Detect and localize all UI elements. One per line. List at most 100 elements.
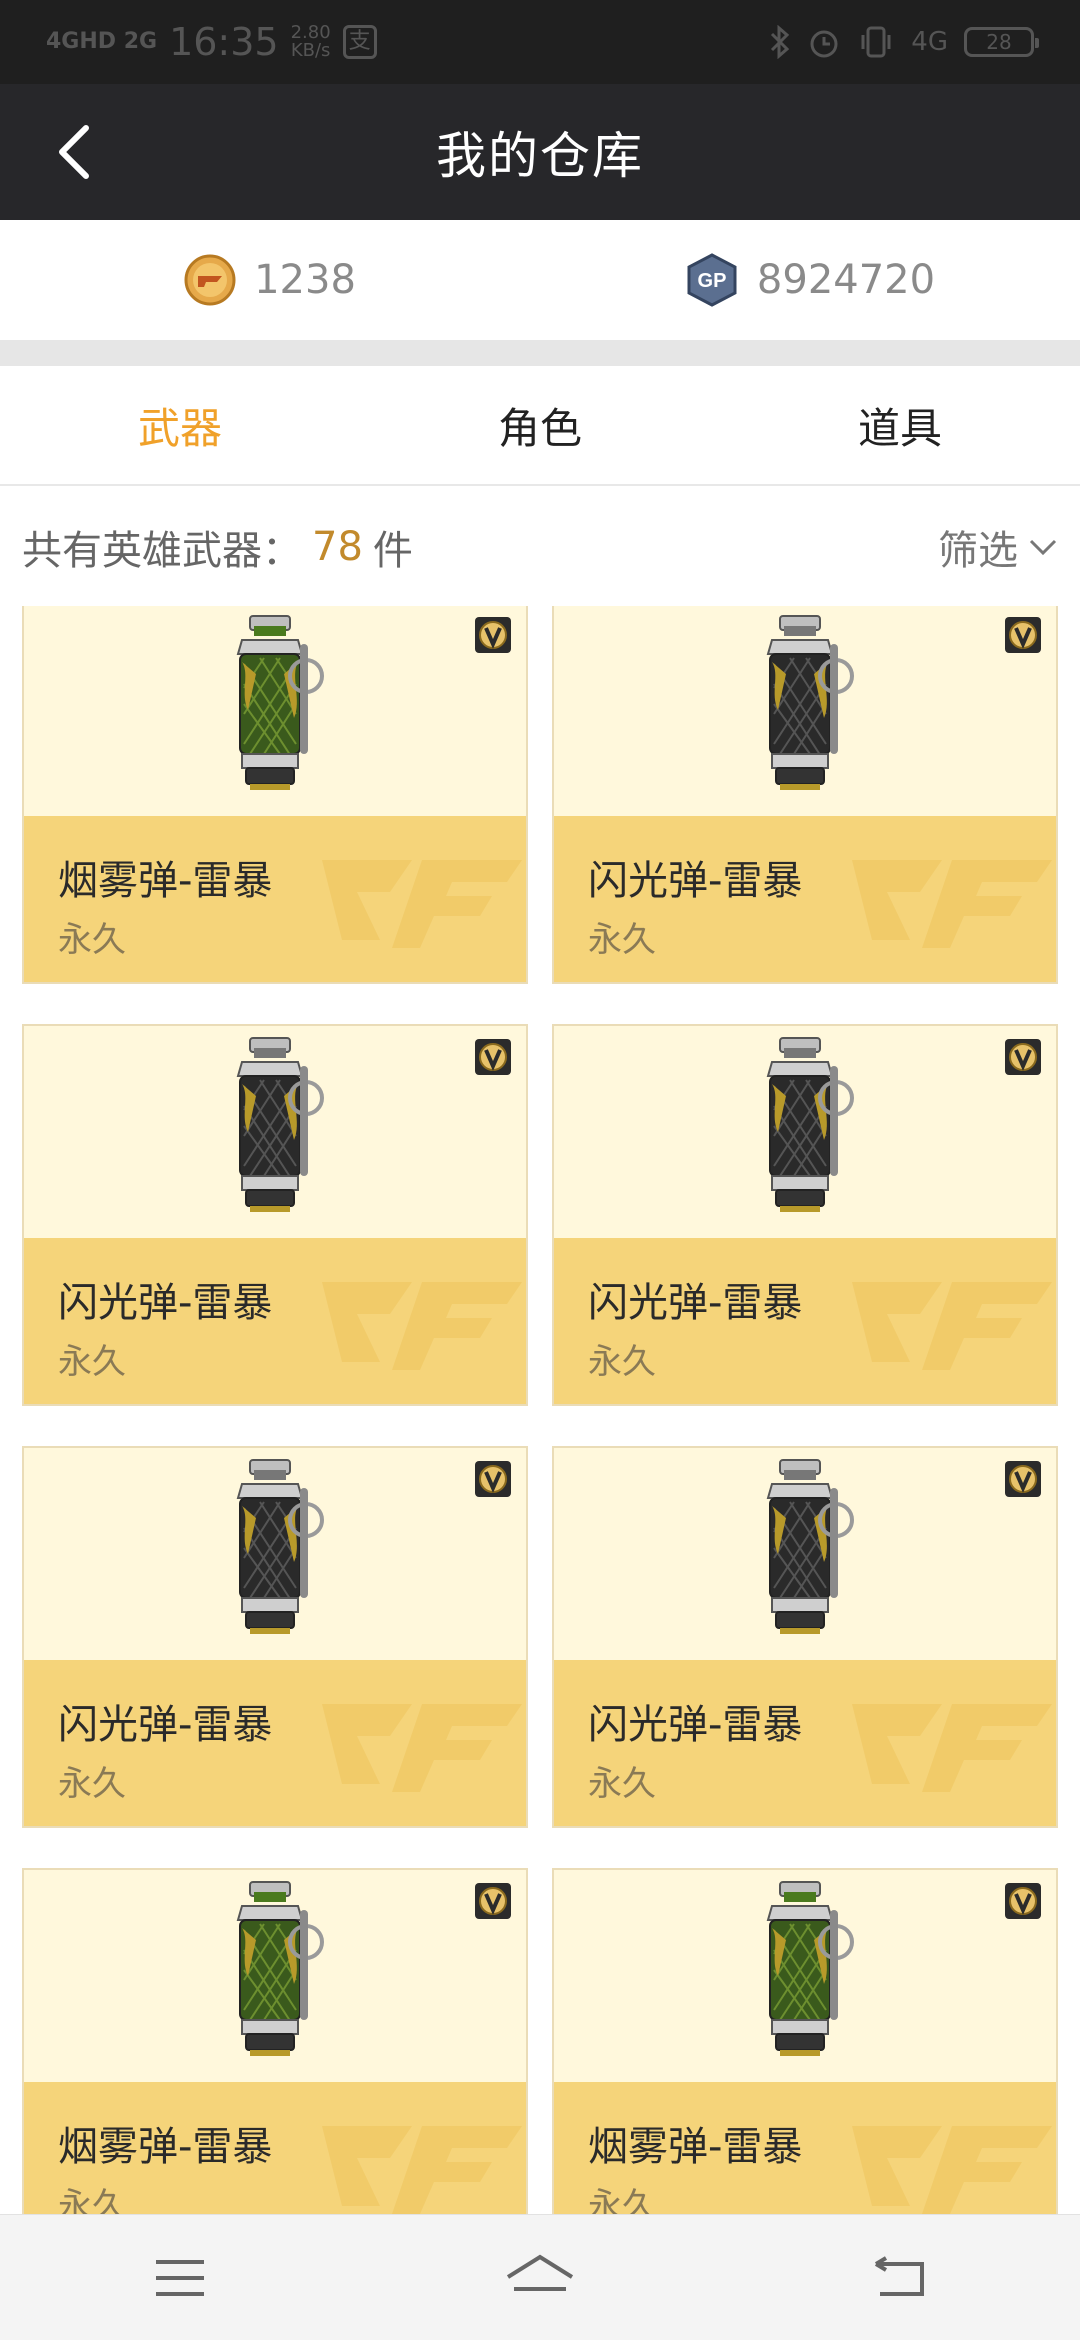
item-info: 闪光弹-雷暴 永久 [554,816,1056,982]
back-nav-button[interactable] [845,2238,955,2318]
gp-icon: GP [687,253,737,307]
network-indicator: 4GHD 2G [46,29,158,54]
item-duration: 永久 [588,1764,656,1804]
item-grid-viewport[interactable]: 烟雾弹-雷暴 永久 闪光弹-雷暴 永久 闪光弹-雷暴 永久 闪光弹-雷暴 永久 … [0,606,1080,2214]
item-duration: 永久 [588,1342,656,1382]
item-duration: 永久 [58,920,126,960]
grenade-image [766,1881,854,2056]
item-info: 闪光弹-雷暴 永久 [554,1660,1056,1826]
status-right: 4G 28 [769,25,1039,59]
item-info: 闪光弹-雷暴 永久 [554,1238,1056,1404]
vip-badge-icon [1005,1883,1041,1919]
item-card[interactable]: 闪光弹-雷暴 永久 [22,1024,528,1406]
tab-characters[interactable]: 角色 [360,366,720,484]
grenade-image [236,1881,324,2056]
summary-label: 共有英雄武器： [22,528,302,574]
cf-logo-watermark [322,2126,522,2214]
item-name: 闪光弹-雷暴 [588,1280,803,1326]
grenade-image [766,615,854,790]
vip-badge-icon [475,1039,511,1075]
item-art [554,1448,1056,1660]
item-art [554,1026,1056,1238]
title-bar: 我的仓库 [0,84,1080,220]
alarm-icon [810,30,838,58]
item-art [24,606,526,816]
item-name: 烟雾弹-雷暴 [58,2124,273,2170]
item-name: 闪光弹-雷暴 [588,858,803,904]
item-card[interactable]: 闪光弹-雷暴 永久 [552,606,1058,984]
chevron-left-icon [59,125,89,179]
vibrate-icon [861,26,891,58]
coin-icon [184,254,236,306]
item-duration: 永久 [58,1342,126,1382]
system-nav-bar [0,2214,1080,2340]
item-art [24,1870,526,2082]
item-duration: 永久 [588,920,656,960]
gp-icon-label: GP [697,270,726,292]
item-duration: 永久 [588,2186,656,2214]
item-info: 闪光弹-雷暴 永久 [24,1238,526,1404]
chevron-down-icon [1029,539,1057,556]
item-info: 烟雾弹-雷暴 永久 [24,816,526,982]
grenade-image [766,1037,854,1212]
item-duration: 永久 [58,1764,126,1804]
item-name: 烟雾弹-雷暴 [58,858,273,904]
battery-icon: 28 [964,27,1039,57]
vip-badge-icon [475,1883,511,1919]
filter-button[interactable]: 筛选 [938,518,1058,576]
item-art [554,606,1056,816]
grenade-image [236,1037,324,1212]
item-card[interactable]: 闪光弹-雷暴 永久 [22,1446,528,1828]
home-icon [506,2254,574,2291]
page-title: 我的仓库 [436,127,644,185]
grenade-image [766,1459,854,1634]
summary-count: 78 [312,524,363,570]
item-card[interactable]: 烟雾弹-雷暴 永久 [22,606,528,984]
item-art [554,1870,1056,2082]
filter-label: 筛选 [938,528,1018,574]
tab-weapons[interactable]: 武器 [0,366,360,484]
cf-logo-watermark [852,1282,1052,1370]
item-name: 闪光弹-雷暴 [58,1280,273,1326]
status-bar: 4GHD 2G 16:35 2.80 KB/s 支 4G 28 [0,0,1080,84]
net-right: 4G [911,27,948,57]
vip-badge-icon [1005,617,1041,653]
gp-value: 8924720 [756,257,936,303]
back-button[interactable] [40,118,108,186]
item-info: 闪光弹-雷暴 永久 [24,1660,526,1826]
item-card[interactable]: 烟雾弹-雷暴 永久 [22,1868,528,2214]
grenade-image [236,1459,324,1634]
currency-row: 1238 GP 8924720 [0,220,1080,340]
item-info: 烟雾弹-雷暴 永久 [24,2082,526,2214]
summary-unit: 件 [372,528,413,574]
home-button[interactable] [485,2238,595,2318]
back-icon [874,2255,924,2296]
grenade-image [236,615,324,790]
cf-logo-watermark [322,860,522,948]
item-card[interactable]: 闪光弹-雷暴 永久 [552,1446,1058,1828]
menu-button[interactable] [125,2238,235,2318]
item-info: 烟雾弹-雷暴 永久 [554,2082,1056,2214]
tab-items[interactable]: 道具 [720,366,1080,484]
item-duration: 永久 [58,2186,126,2214]
item-card[interactable]: 烟雾弹-雷暴 永久 [552,1868,1058,2214]
item-art [24,1448,526,1660]
vip-badge-icon [475,1461,511,1497]
vip-badge-icon [1005,1039,1041,1075]
network-speed: 2.80 KB/s [291,24,331,60]
speed-unit: KB/s [290,40,331,61]
item-card[interactable]: 闪光弹-雷暴 永久 [552,1024,1058,1406]
cf-logo-watermark [852,1704,1052,1792]
item-name: 烟雾弹-雷暴 [588,2124,803,2170]
item-name: 闪光弹-雷暴 [588,1702,803,1748]
coin-value: 1238 [254,257,356,303]
cf-logo-watermark [322,1704,522,1792]
gp-balance: GP 8924720 [540,220,1080,340]
cf-logo-watermark [322,1282,522,1370]
status-time: 16:35 [169,20,279,64]
coin-balance: 1238 [0,220,540,340]
item-name: 闪光弹-雷暴 [58,1702,273,1748]
tab-bar: 武器 角色 道具 [0,366,1080,486]
item-art [24,1026,526,1238]
vip-badge-icon [1005,1461,1041,1497]
